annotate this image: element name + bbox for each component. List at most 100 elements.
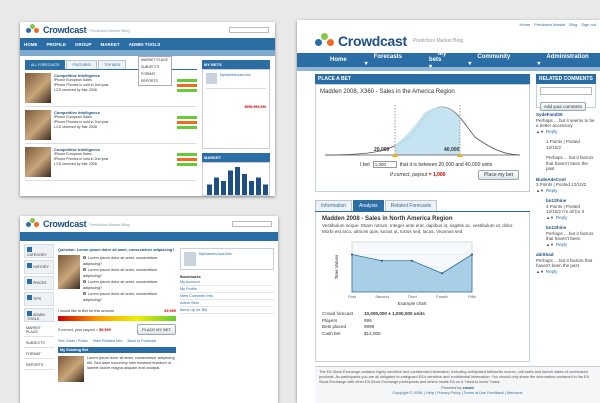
comment-text: Perhaps ... but it factors that haven't … <box>536 257 593 269</box>
dropdown-item[interactable]: MARKET PLACE <box>141 57 169 64</box>
tab-top-bids[interactable]: TOP BIDS <box>98 60 127 69</box>
sidebar-icon <box>27 311 32 316</box>
util-market-link[interactable]: Prediction Market <box>534 22 565 27</box>
reply-link[interactable]: Reply <box>556 215 568 221</box>
odds-rules-link[interactable]: See Odds / Rules <box>58 339 88 343</box>
bookmark-link[interactable]: My Profile <box>180 286 274 293</box>
nav-my-bets[interactable]: My bets ▾ <box>420 51 459 70</box>
comment: SydeFand25 Perhaps ... but it seems to be… <box>536 112 596 134</box>
forecast-row-label: LCD received by Mar 2008 <box>54 88 97 92</box>
crowdcast-logo-icon <box>315 33 335 49</box>
bet-range-text: that it is between 20,000 and 40,000 uni… <box>399 161 493 168</box>
bet-amount-input[interactable]: 1,000 <box>372 161 397 168</box>
nav-community[interactable]: Community ▾ <box>459 54 528 67</box>
nav-home[interactable]: HOME <box>24 42 38 47</box>
dropdown-item[interactable]: REPORTS <box>141 78 169 85</box>
bookmarks-list: My Account My Profile View Complete Info Ac… <box>180 279 274 314</box>
answer-option[interactable]: Lorem ipsum dolor sit amet, consectetuer… <box>83 279 176 291</box>
radio-button[interactable] <box>83 256 86 259</box>
nav-profile[interactable]: PROFILE <box>47 42 67 47</box>
sidebar-item[interactable]: ADMIN TOOLS <box>24 308 54 322</box>
radio-button[interactable] <box>83 292 86 295</box>
nav-forecasts[interactable]: Forecasts ▾ <box>356 54 420 67</box>
payout-slider[interactable] <box>58 316 176 321</box>
forecast-thumbnail <box>25 147 51 177</box>
reply-link[interactable]: Reply <box>546 269 558 275</box>
vote-icon[interactable]: ▲▼ <box>546 242 554 248</box>
search-input[interactable] <box>229 27 269 33</box>
brand-logo[interactable]: Crowdcast Prediction Market Blog <box>315 33 463 49</box>
brand-name: Crowdcast <box>43 25 87 35</box>
comment-textarea[interactable] <box>540 87 592 95</box>
util-blog-link[interactable]: Blog <box>569 22 577 27</box>
radio-button[interactable] <box>83 268 86 271</box>
tab-all-forecasts[interactable]: ALL FORECASTS <box>25 60 66 69</box>
powered-by-brand: crowd <box>462 386 474 391</box>
vote-icon[interactable]: ▲▼ <box>536 129 544 135</box>
sidebar-item[interactable]: REPORTS <box>24 361 54 370</box>
x-tick-label: Fifth <box>468 294 476 299</box>
sidebar-item[interactable]: HISTORY <box>24 260 54 274</box>
trend-bar <box>177 79 197 82</box>
tab-featured[interactable]: FEATURED <box>66 60 98 69</box>
back-to-forecast-link[interactable]: Back to Forecast <box>127 339 156 343</box>
sidebar-item[interactable]: CATEGORY <box>24 244 54 258</box>
sidebar-item[interactable]: MARKET PLACE <box>24 324 54 337</box>
reply-link[interactable]: Reply <box>546 188 558 194</box>
related-info-link[interactable]: View Related Info <box>93 339 123 343</box>
nav-group[interactable]: GROUP <box>75 42 92 47</box>
answer-label: Lorem ipsum dolor sit amet, consectetuer… <box>83 256 158 266</box>
search-input[interactable] <box>232 221 272 227</box>
sidebar-item[interactable]: PRICES <box>24 276 54 290</box>
sidebar-item[interactable]: TIPS <box>24 292 54 306</box>
nav-market[interactable]: MARKET <box>101 42 120 47</box>
answer-option[interactable]: Lorem ipsum dolor sit amet, consectetuer… <box>83 255 176 267</box>
answer-option[interactable]: Lorem ipsum dolor sit amet, consectetuer… <box>83 291 176 303</box>
tab-analysis[interactable]: Analysis <box>353 200 384 211</box>
forecast-item[interactable]: Competitive Intelligence iPhone European … <box>25 144 197 181</box>
brand-name: Crowdcast <box>338 33 407 49</box>
trend-bar <box>177 126 197 129</box>
answer-label: Lorem ipsum dolor sit amet, consectetuer… <box>83 280 158 290</box>
nav-home[interactable]: Home <box>321 57 356 63</box>
user-name[interactable]: MyNameIsJustJohn <box>199 252 232 266</box>
bet-amount[interactable]: $9,999 <box>164 309 176 313</box>
sidebar-item[interactable]: FORMAT <box>24 350 54 359</box>
util-home-link[interactable]: Home <box>520 22 531 27</box>
place-my-bet-button[interactable]: PLACE MY BET <box>136 324 176 335</box>
radio-button[interactable] <box>83 280 86 283</box>
bet-question: Madden 2008, X360 - Sales in the America… <box>320 89 455 95</box>
question-image <box>58 255 80 289</box>
sidebar-item[interactable]: SUBJECTS <box>24 339 54 348</box>
answer-option[interactable]: Lorem ipsum dolor sit amet, consectetuer… <box>83 267 176 279</box>
brand-logo[interactable]: Crowdcast Prediction Market Blog <box>26 24 130 36</box>
nav-administration[interactable]: Administration ▾ <box>528 54 600 67</box>
user-name[interactable]: MyNameIsJustJohn <box>220 73 251 84</box>
bookmark-link[interactable]: View Complete Info <box>180 293 274 300</box>
data-point <box>381 259 383 262</box>
tab-related-forecasts[interactable]: Related Forecasts <box>384 200 438 211</box>
place-my-bet-button[interactable]: Place my bet <box>478 170 519 180</box>
bookmark-link[interactable]: Items Up for Bid <box>180 307 274 314</box>
vote-icon[interactable]: ▲▼ <box>536 269 544 275</box>
avatar <box>184 252 196 266</box>
brand-logo[interactable]: Crowdcast Prediction Market Blog <box>26 218 130 230</box>
tab-information[interactable]: Information <box>315 200 353 211</box>
vote-icon[interactable]: ▲▼ <box>536 188 544 194</box>
bookmark-link[interactable]: My Account <box>180 279 274 286</box>
bookmark-link[interactable]: Active Bets <box>180 300 274 307</box>
trend-bar <box>177 84 197 87</box>
util-signout-link[interactable]: Sign out <box>581 22 596 27</box>
comment: bn1Shine 4 Points | Posted 12/10/2 I'm al… <box>536 198 596 220</box>
add-comment-button[interactable]: Add your comment <box>540 102 586 111</box>
reply-link[interactable]: Reply <box>546 129 558 135</box>
comment-text: Perhaps ... but it factors that haven't … <box>546 230 594 242</box>
footer-links[interactable]: Copyright © 2008. | Help | Privacy Polic… <box>319 391 596 396</box>
vote-icon[interactable]: ▲▼ <box>546 215 554 221</box>
forecast-item[interactable]: Competitive Intelligence iPhone European … <box>25 107 197 144</box>
comment-text: 4 Points | Posted 12/10/2 I'm all for it <box>546 203 584 215</box>
dropdown-item[interactable]: FORMAT <box>141 71 169 78</box>
nav-admin-tools[interactable]: ADMIN TOOLS <box>129 42 160 47</box>
dropdown-item[interactable]: SUBJECTS <box>141 64 169 71</box>
reply-link[interactable]: Reply <box>556 242 568 248</box>
